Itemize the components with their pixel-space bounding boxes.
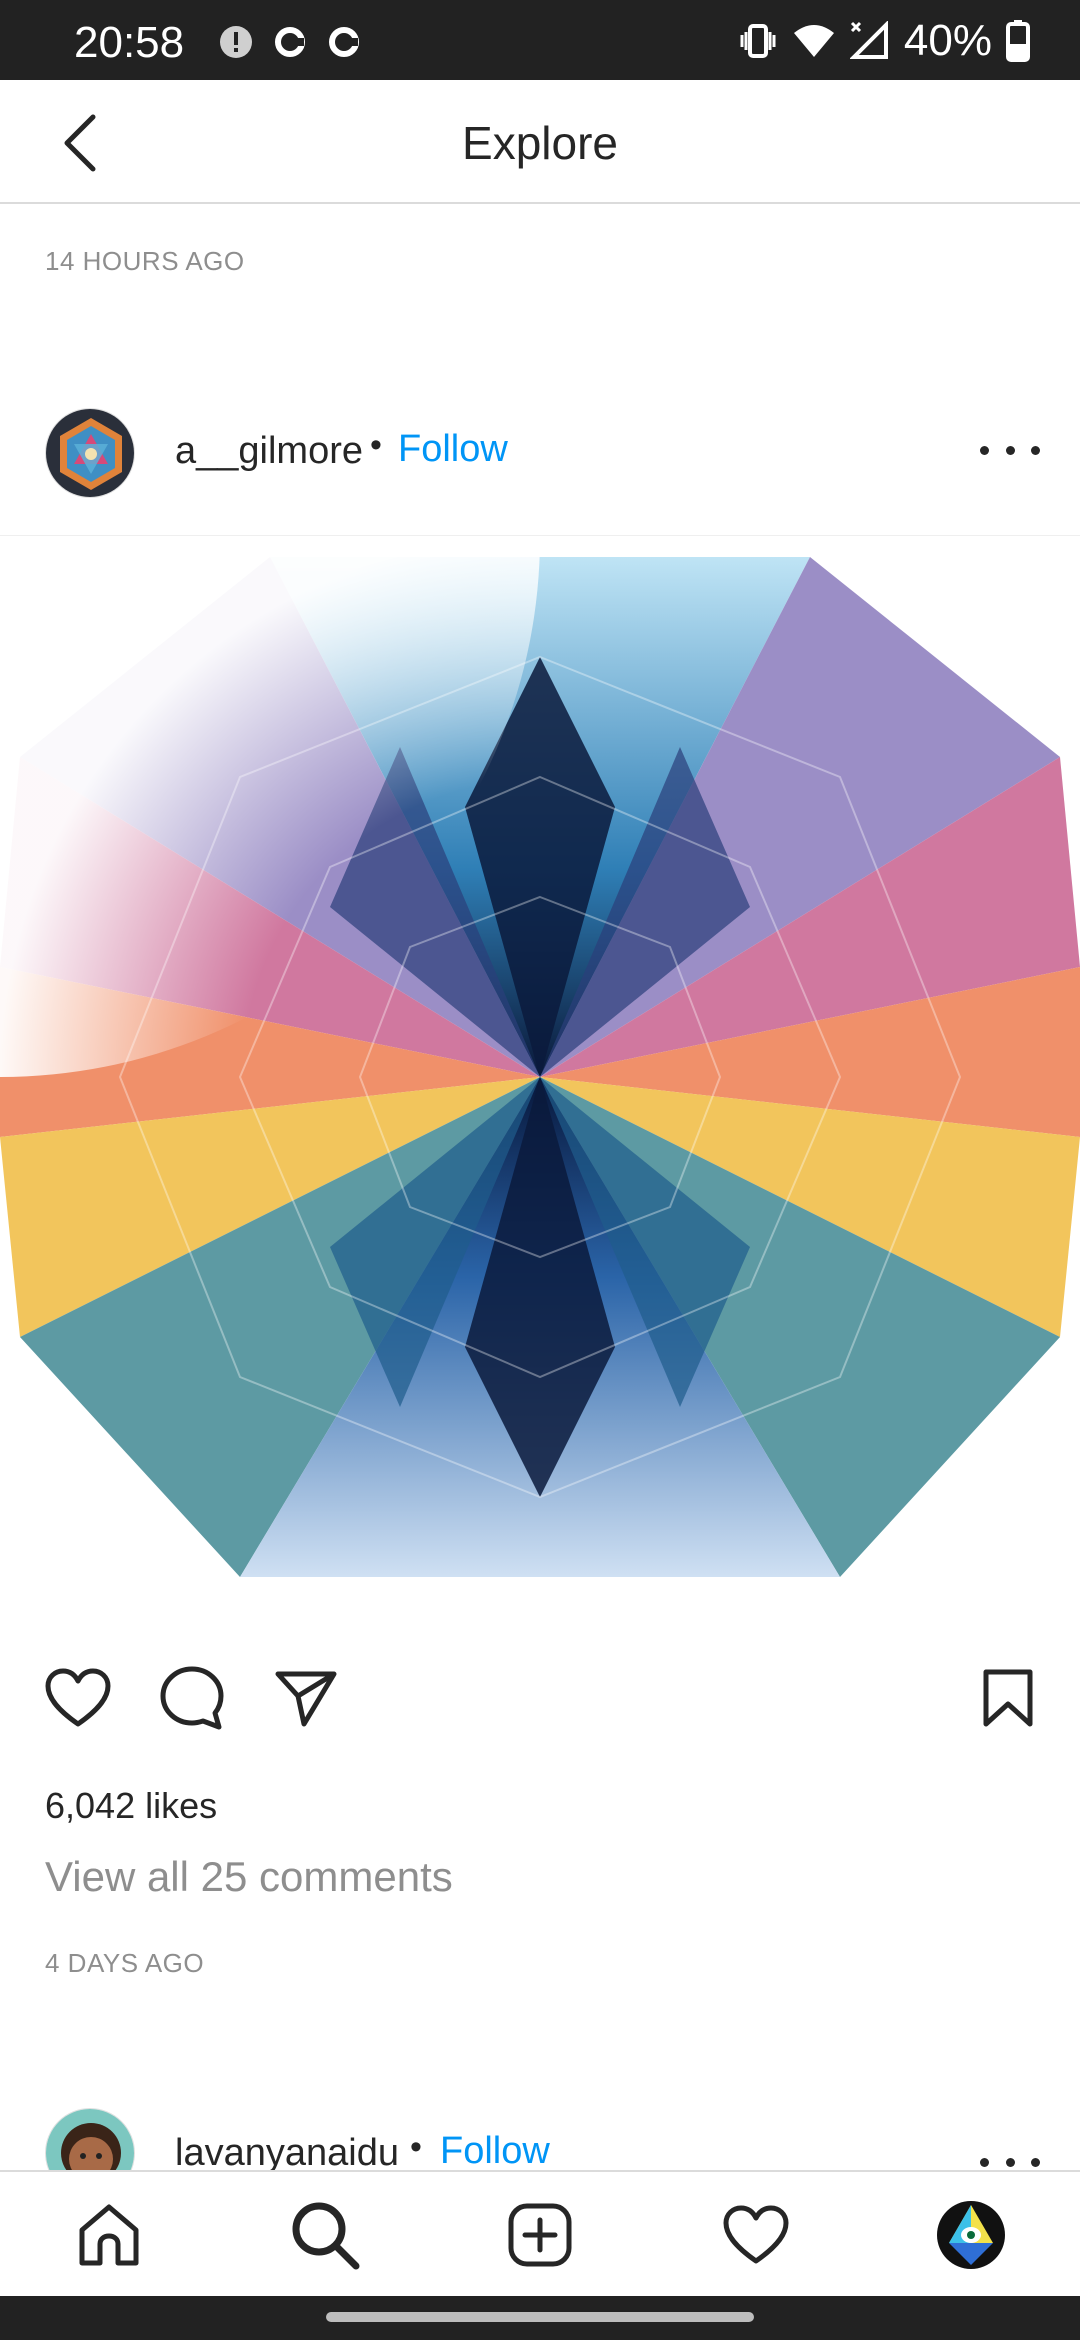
avatar[interactable] xyxy=(45,408,135,498)
nav-home[interactable] xyxy=(72,2198,146,2272)
more-dot xyxy=(1005,445,1015,455)
wifi-icon xyxy=(793,25,834,57)
previous-post-time: 14 HOURS AGO xyxy=(45,246,245,276)
follow-button[interactable]: Follow xyxy=(440,2130,550,2170)
status-system-icons: 40% xyxy=(738,16,1030,66)
save-button[interactable] xyxy=(970,1660,1046,1736)
comment-button[interactable] xyxy=(154,1660,230,1736)
activity-heart-icon xyxy=(723,2205,789,2264)
likes-count[interactable]: 6,042 likes xyxy=(45,1785,217,1827)
home-icon xyxy=(79,2204,139,2266)
separator-dot: • xyxy=(370,426,382,464)
top-app-bar: Explore xyxy=(0,80,1080,204)
status-bar: 20:58 40% xyxy=(0,0,1080,80)
more-options-button[interactable] xyxy=(980,430,1040,470)
battery-percent: 40% xyxy=(903,16,992,65)
status-time: 20:58 xyxy=(74,18,185,67)
bottom-navigation xyxy=(0,2170,1080,2296)
vibrate-icon xyxy=(740,24,776,58)
more-options-button[interactable] xyxy=(980,2142,1040,2170)
post-time: 4 DAYS AGO xyxy=(45,1948,205,1978)
search-icon xyxy=(292,2202,360,2270)
more-dot xyxy=(980,2157,989,2167)
home-gesture-handle[interactable] xyxy=(326,2312,754,2322)
more-dot xyxy=(1005,2157,1015,2167)
page-title: Explore xyxy=(462,117,618,169)
divider xyxy=(0,535,1080,536)
nav-search[interactable] xyxy=(288,2198,362,2272)
more-dot xyxy=(980,445,989,455)
comment-icon xyxy=(160,1666,224,1730)
sync-icon xyxy=(275,27,305,57)
follow-button[interactable]: Follow xyxy=(398,428,508,471)
more-dot xyxy=(1031,445,1040,455)
post-actions xyxy=(0,1660,1080,1740)
next-post-header: lavanyanaidu • Follow xyxy=(0,2100,1080,2170)
battery-icon xyxy=(1006,20,1030,62)
system-gesture-bar xyxy=(0,2296,1080,2340)
profile-avatar xyxy=(937,2201,1005,2269)
post-username[interactable]: a__gilmore xyxy=(175,430,363,473)
post-username[interactable]: lavanyanaidu xyxy=(175,2132,399,2170)
add-post-icon xyxy=(508,2203,572,2267)
heart-icon xyxy=(45,1668,111,1727)
send-icon xyxy=(275,1671,337,1727)
post-header: a__gilmore • Follow xyxy=(0,400,1080,504)
avatar[interactable] xyxy=(45,2108,135,2170)
alert-icon xyxy=(220,26,252,58)
view-comments-link[interactable]: View all 25 comments xyxy=(45,1853,453,1901)
status-notification-icons xyxy=(218,24,362,60)
post-image[interactable] xyxy=(0,537,1080,1617)
separator-dot: • xyxy=(410,2128,422,2166)
share-button[interactable] xyxy=(268,1660,344,1736)
more-dot xyxy=(1031,2157,1040,2167)
nav-create[interactable] xyxy=(503,2198,577,2272)
nav-activity[interactable] xyxy=(719,2198,793,2272)
bookmark-icon xyxy=(983,1669,1033,1727)
like-button[interactable] xyxy=(40,1660,116,1736)
signal-icon xyxy=(849,21,888,59)
nav-profile[interactable] xyxy=(934,2198,1008,2272)
sync-icon xyxy=(329,27,359,57)
